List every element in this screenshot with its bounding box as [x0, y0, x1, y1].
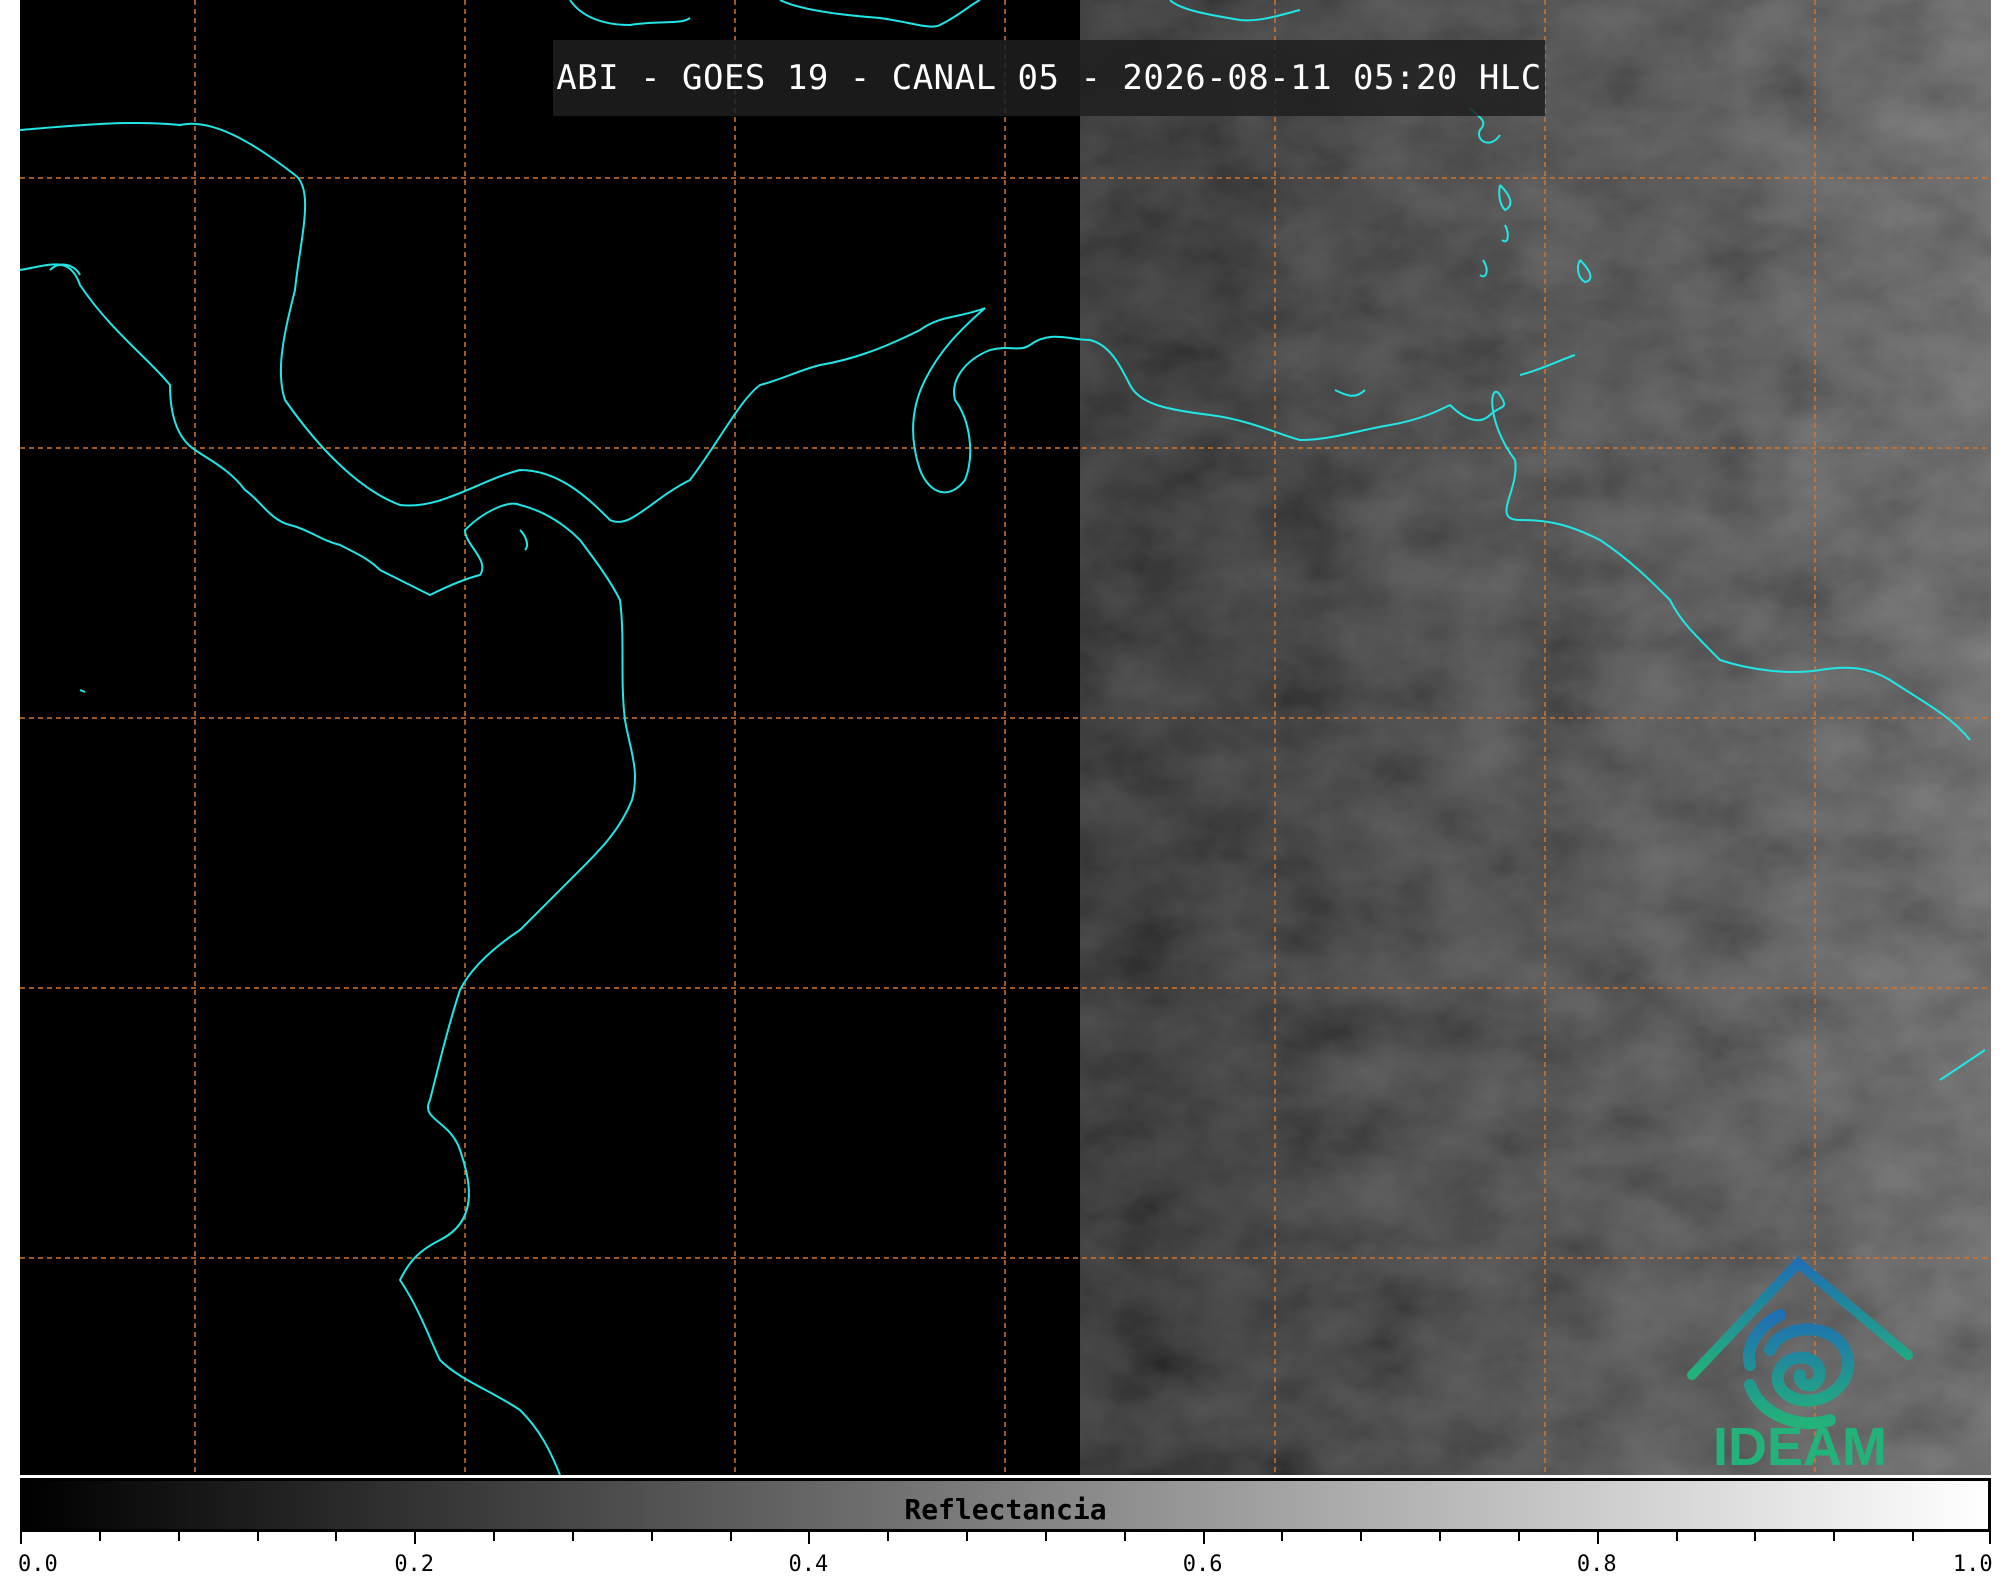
- colorbar-ticks: 0.0 0.2 0.4 0.6 0.8 1.0: [18, 1532, 1993, 1577]
- minor-tick: [1123, 1532, 1126, 1541]
- colorbar: Reflectancia: [20, 1478, 1991, 1532]
- minor-tick: [571, 1532, 574, 1541]
- major-tick: [808, 1532, 811, 1544]
- minor-tick: [1281, 1532, 1284, 1541]
- tick-label: 0.8: [1576, 1552, 1617, 1577]
- minor-tick: [1912, 1532, 1915, 1541]
- tick-label: 0.6: [1182, 1552, 1223, 1577]
- minor-tick: [256, 1532, 259, 1541]
- title-box: ABI - GOES 19 - CANAL 05 - 2026-08-11 05…: [553, 40, 1545, 116]
- minor-tick: [1439, 1532, 1442, 1541]
- minor-tick: [493, 1532, 496, 1541]
- minor-tick: [887, 1532, 890, 1541]
- logo-text: IDEAM: [1713, 1417, 1887, 1475]
- map-title: ABI - GOES 19 - CANAL 05 - 2026-08-11 05…: [556, 58, 1542, 98]
- minor-tick: [729, 1532, 732, 1541]
- satellite-map: ABI - GOES 19 - CANAL 05 - 2026-08-11 05…: [20, 0, 1991, 1475]
- minor-tick: [1833, 1532, 1836, 1541]
- minor-tick: [650, 1532, 653, 1541]
- minor-tick: [1675, 1532, 1678, 1541]
- minor-tick: [98, 1532, 101, 1541]
- major-tick: [414, 1532, 417, 1544]
- tick-label: 0.4: [788, 1552, 829, 1577]
- tick-label: 0.0: [18, 1552, 58, 1577]
- spiral-icon: [1743, 1309, 1855, 1430]
- satellite-imagery: [20, 0, 1991, 1475]
- tick-label: 1.0: [1952, 1552, 1993, 1577]
- minor-tick: [1754, 1532, 1757, 1541]
- major-tick: [1202, 1532, 1205, 1544]
- cloud-texture: [1080, 0, 1991, 1475]
- minor-tick: [1044, 1532, 1047, 1541]
- colorbar-label: Reflectancia: [904, 1493, 1107, 1526]
- minor-tick: [1360, 1532, 1363, 1541]
- major-tick: [1989, 1532, 1991, 1544]
- minor-tick: [966, 1532, 969, 1541]
- minor-tick: [335, 1532, 338, 1541]
- minor-tick: [177, 1532, 180, 1541]
- tick-label: 0.2: [394, 1552, 435, 1577]
- major-tick: [20, 1532, 22, 1544]
- major-tick: [1596, 1532, 1599, 1544]
- ideam-logo: IDEAM: [1687, 1256, 1913, 1475]
- minor-tick: [1517, 1532, 1520, 1541]
